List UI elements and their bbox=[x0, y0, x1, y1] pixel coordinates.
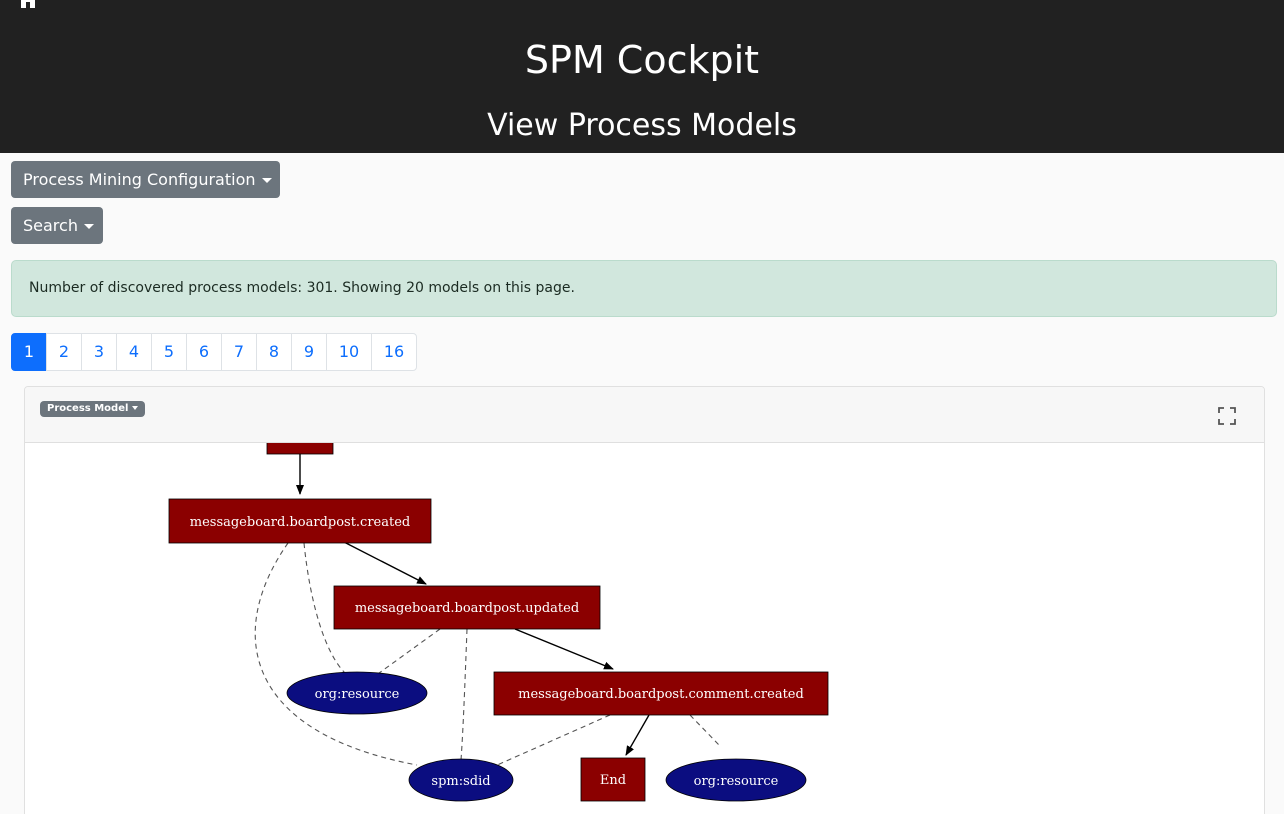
activity-node-created[interactable]: messageboard.boardpost.created bbox=[168, 498, 432, 544]
resource-node[interactable]: org:resource bbox=[665, 758, 807, 802]
page-link-5[interactable]: 5 bbox=[151, 333, 187, 371]
activity-node-updated[interactable]: messageboard.boardpost.updated bbox=[333, 585, 601, 630]
caret-down-icon bbox=[132, 406, 139, 410]
page-link-2[interactable]: 2 bbox=[46, 333, 82, 371]
main-content: Process Mining Configuration Search Numb… bbox=[0, 153, 1284, 814]
page-link-8[interactable]: 8 bbox=[256, 333, 292, 371]
sdid-node[interactable]: spm:sdid bbox=[408, 758, 514, 802]
process-model-graph: messageboard.boardpost.created messagebo… bbox=[168, 443, 829, 802]
process-model-card-header: Process Model bbox=[25, 387, 1264, 443]
page-link-1[interactable]: 1 bbox=[11, 333, 47, 371]
page-link-3[interactable]: 3 bbox=[81, 333, 117, 371]
assoc-edge bbox=[689, 714, 720, 746]
search-label: Search bbox=[23, 216, 78, 235]
page-link-16[interactable]: 16 bbox=[371, 333, 417, 371]
assoc-edge bbox=[460, 628, 468, 761]
activity-label: messageboard.boardpost.comment.created bbox=[518, 687, 804, 702]
caret-down-icon bbox=[261, 178, 272, 183]
caret-down-icon bbox=[83, 224, 94, 229]
process-model-dropdown[interactable]: Process Model bbox=[40, 401, 146, 417]
page-link-7[interactable]: 7 bbox=[221, 333, 257, 371]
process-model-dropdown-label: Process Model bbox=[47, 403, 129, 414]
flow-edge bbox=[514, 628, 614, 670]
page-link-4[interactable]: 4 bbox=[116, 333, 152, 371]
expand-icon[interactable] bbox=[1218, 407, 1236, 425]
resource-label: org:resource bbox=[315, 687, 400, 702]
process-mining-configuration-label: Process Mining Configuration bbox=[23, 170, 256, 189]
process-mining-configuration-dropdown[interactable]: Process Mining Configuration bbox=[11, 161, 280, 198]
resource-node[interactable]: org:resource bbox=[286, 671, 428, 715]
end-node[interactable]: End bbox=[580, 757, 646, 802]
search-dropdown[interactable]: Search bbox=[11, 207, 103, 244]
page-title: View Process Models bbox=[487, 108, 797, 143]
sdid-label: spm:sdid bbox=[431, 774, 490, 789]
pagination: 1 2 3 4 5 6 7 8 9 10 16 bbox=[11, 333, 417, 371]
page-link-10[interactable]: 10 bbox=[326, 333, 372, 371]
flow-edge bbox=[625, 714, 650, 756]
page-link-9[interactable]: 9 bbox=[291, 333, 327, 371]
app-title: SPM Cockpit bbox=[524, 38, 760, 82]
assoc-edge bbox=[254, 542, 418, 766]
app-header: SPM Cockpit View Process Models bbox=[0, 0, 1284, 153]
assoc-edge bbox=[374, 628, 441, 677]
flow-edge bbox=[341, 540, 427, 585]
model-count-text: Number of discovered process models: 301… bbox=[29, 280, 575, 296]
resource-label: org:resource bbox=[694, 774, 779, 789]
model-count-alert: Number of discovered process models: 301… bbox=[11, 260, 1277, 317]
activity-label: messageboard.boardpost.created bbox=[190, 515, 411, 530]
activity-node-comment-created[interactable]: messageboard.boardpost.comment.created bbox=[493, 671, 829, 716]
process-model-card: Process Model messageboard.boardpost.cre… bbox=[24, 386, 1265, 814]
end-label: End bbox=[600, 773, 626, 788]
page-link-6[interactable]: 6 bbox=[186, 333, 222, 371]
home-icon[interactable] bbox=[18, 0, 38, 8]
start-node[interactable] bbox=[266, 443, 334, 455]
activity-label: messageboard.boardpost.updated bbox=[355, 601, 579, 616]
